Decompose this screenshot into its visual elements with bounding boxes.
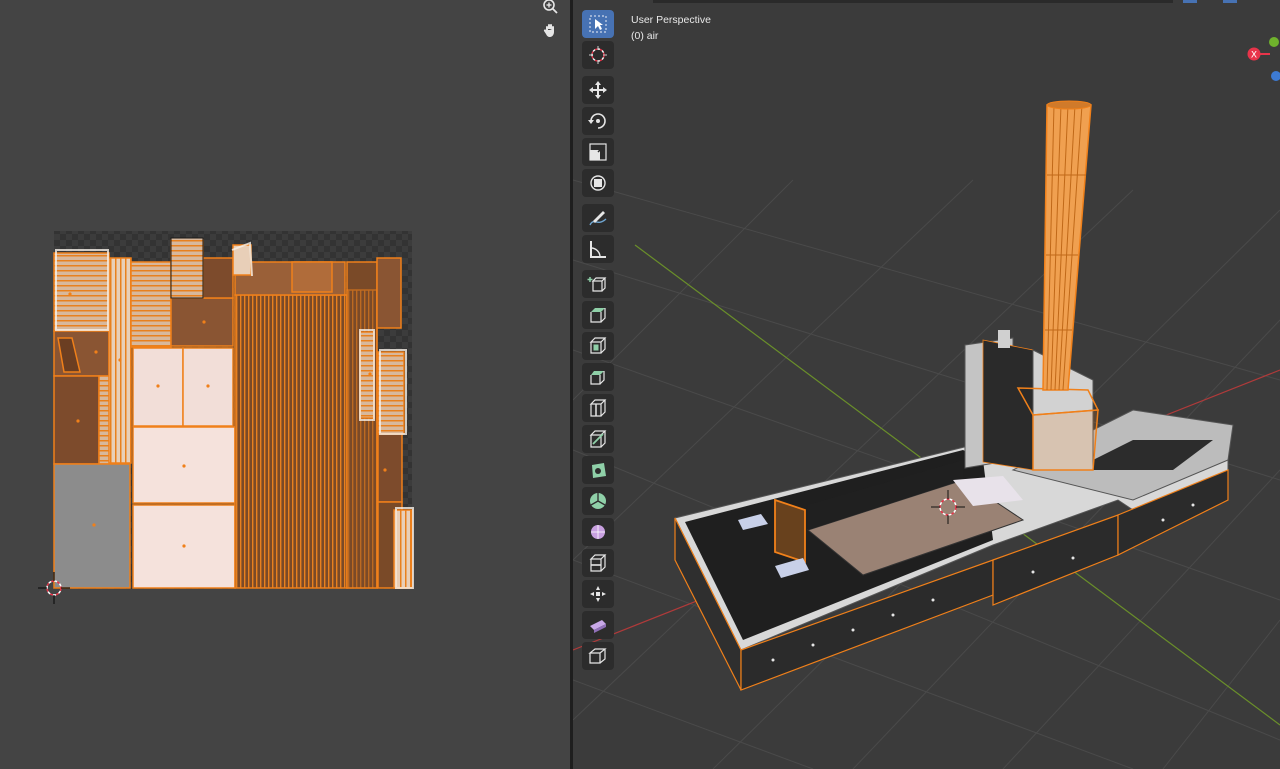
uv-stair-island xyxy=(170,237,204,299)
smooth-icon xyxy=(591,525,605,539)
extrude-tool[interactable] xyxy=(582,301,614,329)
gizmo-x-label: X xyxy=(1251,51,1257,61)
poly-build-tool[interactable] xyxy=(582,456,614,484)
select-box-icon xyxy=(589,15,607,33)
scale-icon xyxy=(589,143,607,161)
uv-layout-canvas[interactable] xyxy=(0,0,570,769)
transform-tool[interactable] xyxy=(582,169,614,197)
loop-cut-tool[interactable] xyxy=(582,394,614,422)
rip-region-icon xyxy=(588,648,607,664)
edge-slide-tool[interactable] xyxy=(582,549,614,577)
factory-model xyxy=(674,100,1234,691)
shear-tool[interactable] xyxy=(582,611,614,639)
knife-icon xyxy=(589,430,607,448)
header-toggle-button[interactable] xyxy=(1183,0,1197,3)
edge-slide-icon xyxy=(589,554,607,572)
measure-icon xyxy=(590,241,606,258)
inset-faces-icon xyxy=(589,337,607,354)
measure-tool[interactable] xyxy=(582,235,614,263)
shrink-fatten-icon xyxy=(590,586,606,602)
object-label: (0) air xyxy=(631,30,659,42)
cursor-tool[interactable] xyxy=(582,41,614,69)
bevel-tool[interactable] xyxy=(582,363,614,391)
viewport-header-strip xyxy=(653,0,1173,3)
knife-tool[interactable] xyxy=(582,425,614,453)
select-box-tool[interactable] xyxy=(582,10,614,38)
rotate-tool[interactable] xyxy=(582,107,614,135)
rip-region-tool[interactable] xyxy=(582,642,614,670)
viewport-info-overlay: User Perspective (0) air xyxy=(631,12,711,44)
shrink-fatten-tool[interactable] xyxy=(582,580,614,608)
add-cube-tool[interactable] xyxy=(582,270,614,298)
viewport-scene[interactable] xyxy=(573,0,1280,769)
rotate-icon xyxy=(588,113,606,129)
view-name-label: User Perspective xyxy=(631,14,711,26)
extrude-icon xyxy=(590,308,606,323)
bevel-icon xyxy=(590,371,605,385)
cursor-icon xyxy=(589,46,607,64)
annotate-tool[interactable] xyxy=(582,204,614,232)
move-tool[interactable] xyxy=(582,76,614,104)
navigation-gizmo[interactable]: X xyxy=(1240,28,1280,88)
tool-shelf xyxy=(580,10,616,673)
loop-cut-icon xyxy=(589,399,607,417)
poly-build-icon xyxy=(592,463,606,478)
spin-tool[interactable] xyxy=(582,487,614,515)
uv-editor-panel[interactable] xyxy=(0,0,570,769)
add-cube-icon xyxy=(587,277,607,292)
move-icon xyxy=(589,81,607,99)
shear-icon xyxy=(590,620,606,633)
annotate-icon xyxy=(589,211,607,226)
smooth-tool[interactable] xyxy=(582,518,614,546)
gizmo-y-axis-handle xyxy=(1269,37,1279,47)
inset-faces-tool[interactable] xyxy=(582,332,614,360)
gizmo-z-axis-handle xyxy=(1271,71,1280,81)
transform-icon xyxy=(590,175,606,191)
spin-icon xyxy=(590,493,606,509)
3d-viewport[interactable]: User Perspective (0) air X xyxy=(573,0,1280,769)
header-toggle-button[interactable] xyxy=(1223,0,1237,3)
scale-tool[interactable] xyxy=(582,138,614,166)
